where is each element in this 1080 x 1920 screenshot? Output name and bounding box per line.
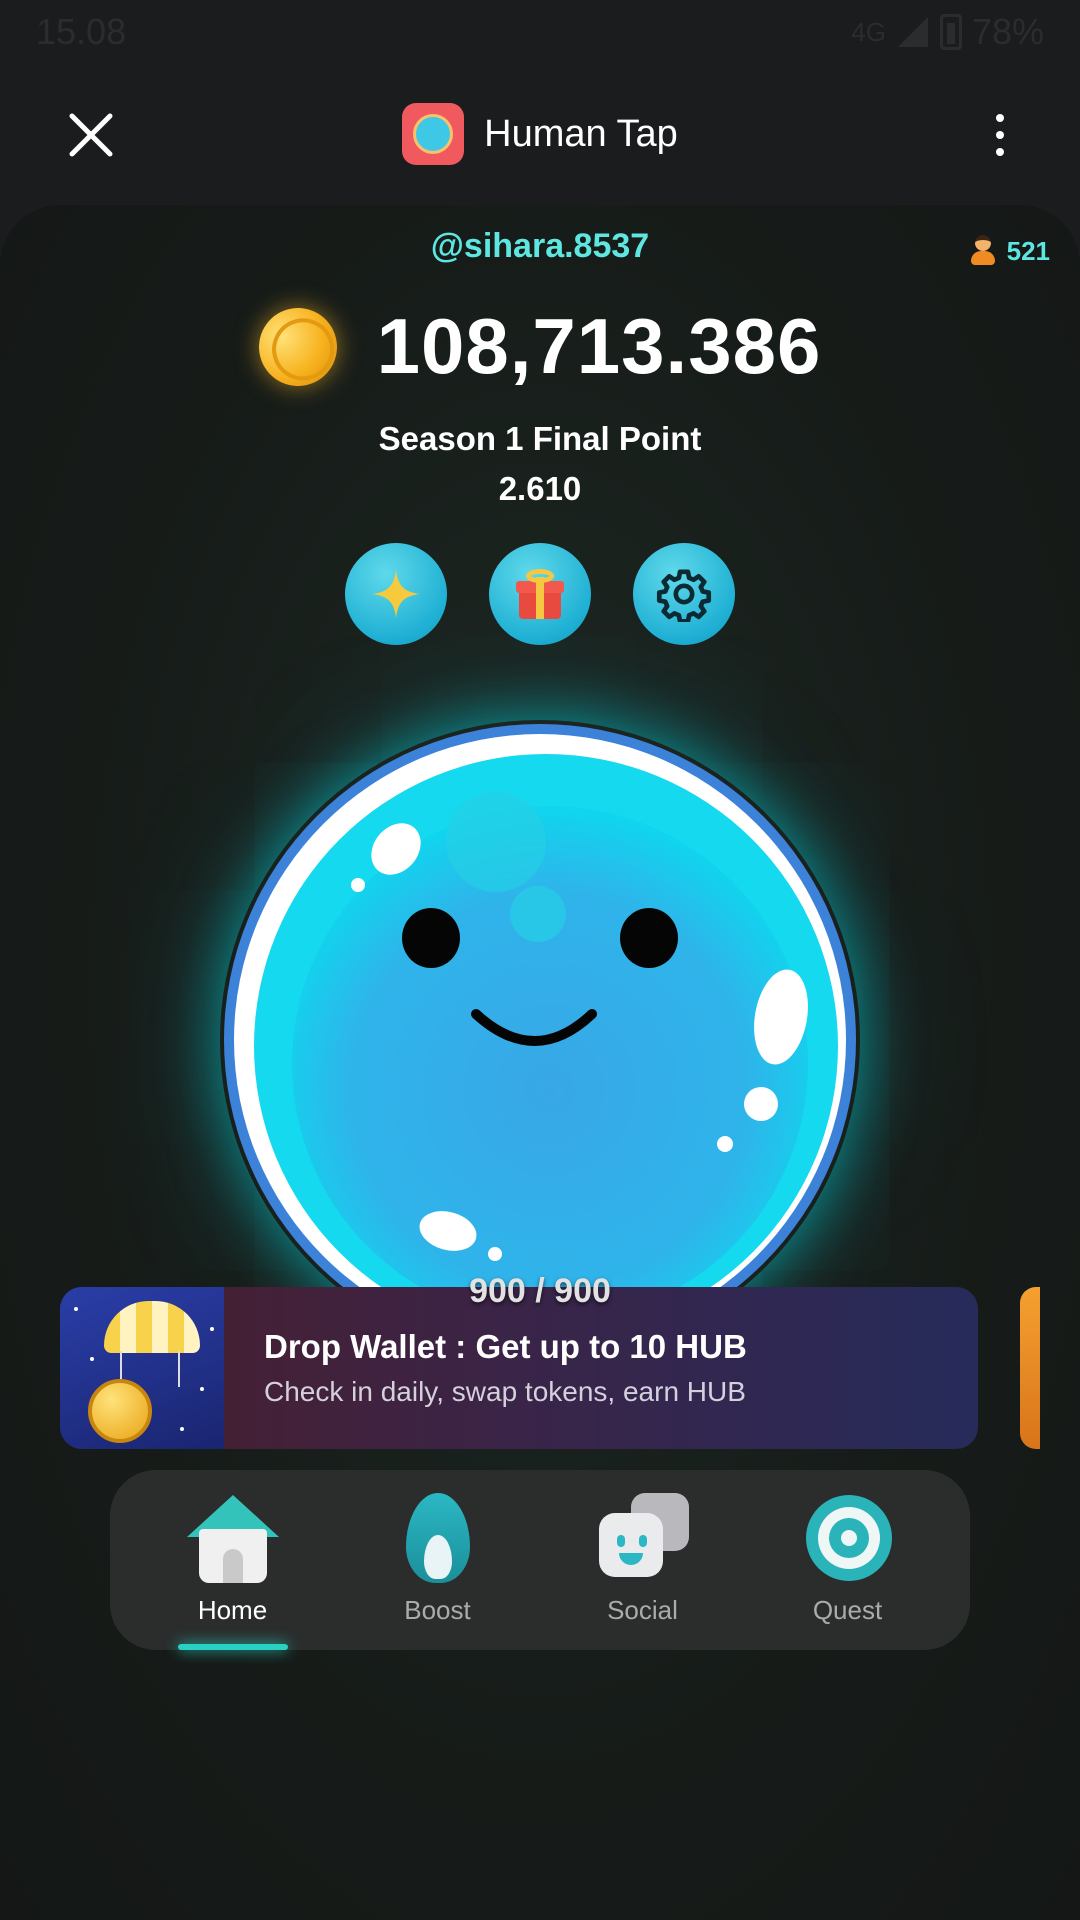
nav-label-home: Home <box>197 1595 268 1625</box>
app-logo <box>402 103 465 165</box>
status-indicators: 4G 78% <box>851 11 1044 53</box>
gear-icon <box>656 569 712 622</box>
network-type: 4G <box>851 16 886 47</box>
home-icon <box>185 1491 281 1587</box>
energy-counter: 900 / 900 <box>469 1272 611 1310</box>
gift-icon <box>513 567 567 621</box>
season-label: Season 1 Final Point <box>378 420 702 457</box>
nav-label-quest: Quest <box>812 1595 883 1625</box>
nav-label-social: Social <box>607 1595 678 1625</box>
action-buttons <box>0 543 1080 645</box>
person-icon <box>969 235 997 267</box>
next-promo-peek[interactable] <box>1020 1287 1040 1449</box>
battery-level: 78% <box>971 11 1044 52</box>
target-icon <box>800 1491 896 1587</box>
airdrop-illustration <box>60 1287 224 1449</box>
chat-faces-icon <box>595 1491 691 1587</box>
nav-item-home[interactable]: Home <box>143 1470 323 1650</box>
coin-icon <box>247 296 348 397</box>
promo-subtitle: Check in daily, swap tokens, earn HUB <box>264 1376 746 1407</box>
bottom-nav: Home Boost Social Quest <box>110 1470 970 1650</box>
nav-item-social[interactable]: Social <box>553 1470 733 1650</box>
main-panel: @sihara.8537 521 108,713.386 Season 1 Fi… <box>0 205 1080 1920</box>
season-value: 2.610 <box>498 470 582 507</box>
referral-badge[interactable]: 521 <box>969 235 1050 267</box>
close-icon[interactable] <box>64 108 118 162</box>
coin-balance: 108,713.386 <box>376 302 822 390</box>
tap-bubble[interactable] <box>220 720 860 1360</box>
sparkle-button[interactable] <box>345 543 447 645</box>
sparkle-icon <box>372 570 420 618</box>
username: @sihara.8537 <box>430 227 650 265</box>
nav-item-boost[interactable]: Boost <box>348 1470 528 1650</box>
more-options-icon[interactable] <box>980 108 1020 162</box>
promo-title: Drop Wallet : Get up to 10 HUB <box>264 1328 747 1365</box>
active-indicator <box>177 1644 288 1650</box>
status-bar: 15.08 4G 78% <box>0 0 1080 64</box>
nav-item-quest[interactable]: Quest <box>758 1470 938 1650</box>
app-titlebar: Human Tap <box>0 64 1080 204</box>
gift-button[interactable] <box>489 543 591 645</box>
signal-icon <box>897 17 928 47</box>
bubble-character <box>224 724 856 1356</box>
battery-icon <box>939 14 962 50</box>
nav-label-boost: Boost <box>404 1595 471 1625</box>
balance-row: 108,713.386 <box>0 296 1080 397</box>
app-title: Human Tap <box>484 112 678 155</box>
flame-icon <box>390 1491 486 1587</box>
promo-banner[interactable]: Drop Wallet : Get up to 10 HUB Check in … <box>60 1287 978 1449</box>
settings-button[interactable] <box>633 543 735 645</box>
status-time: 15.08 <box>36 11 127 52</box>
referral-count: 521 <box>1006 235 1050 266</box>
